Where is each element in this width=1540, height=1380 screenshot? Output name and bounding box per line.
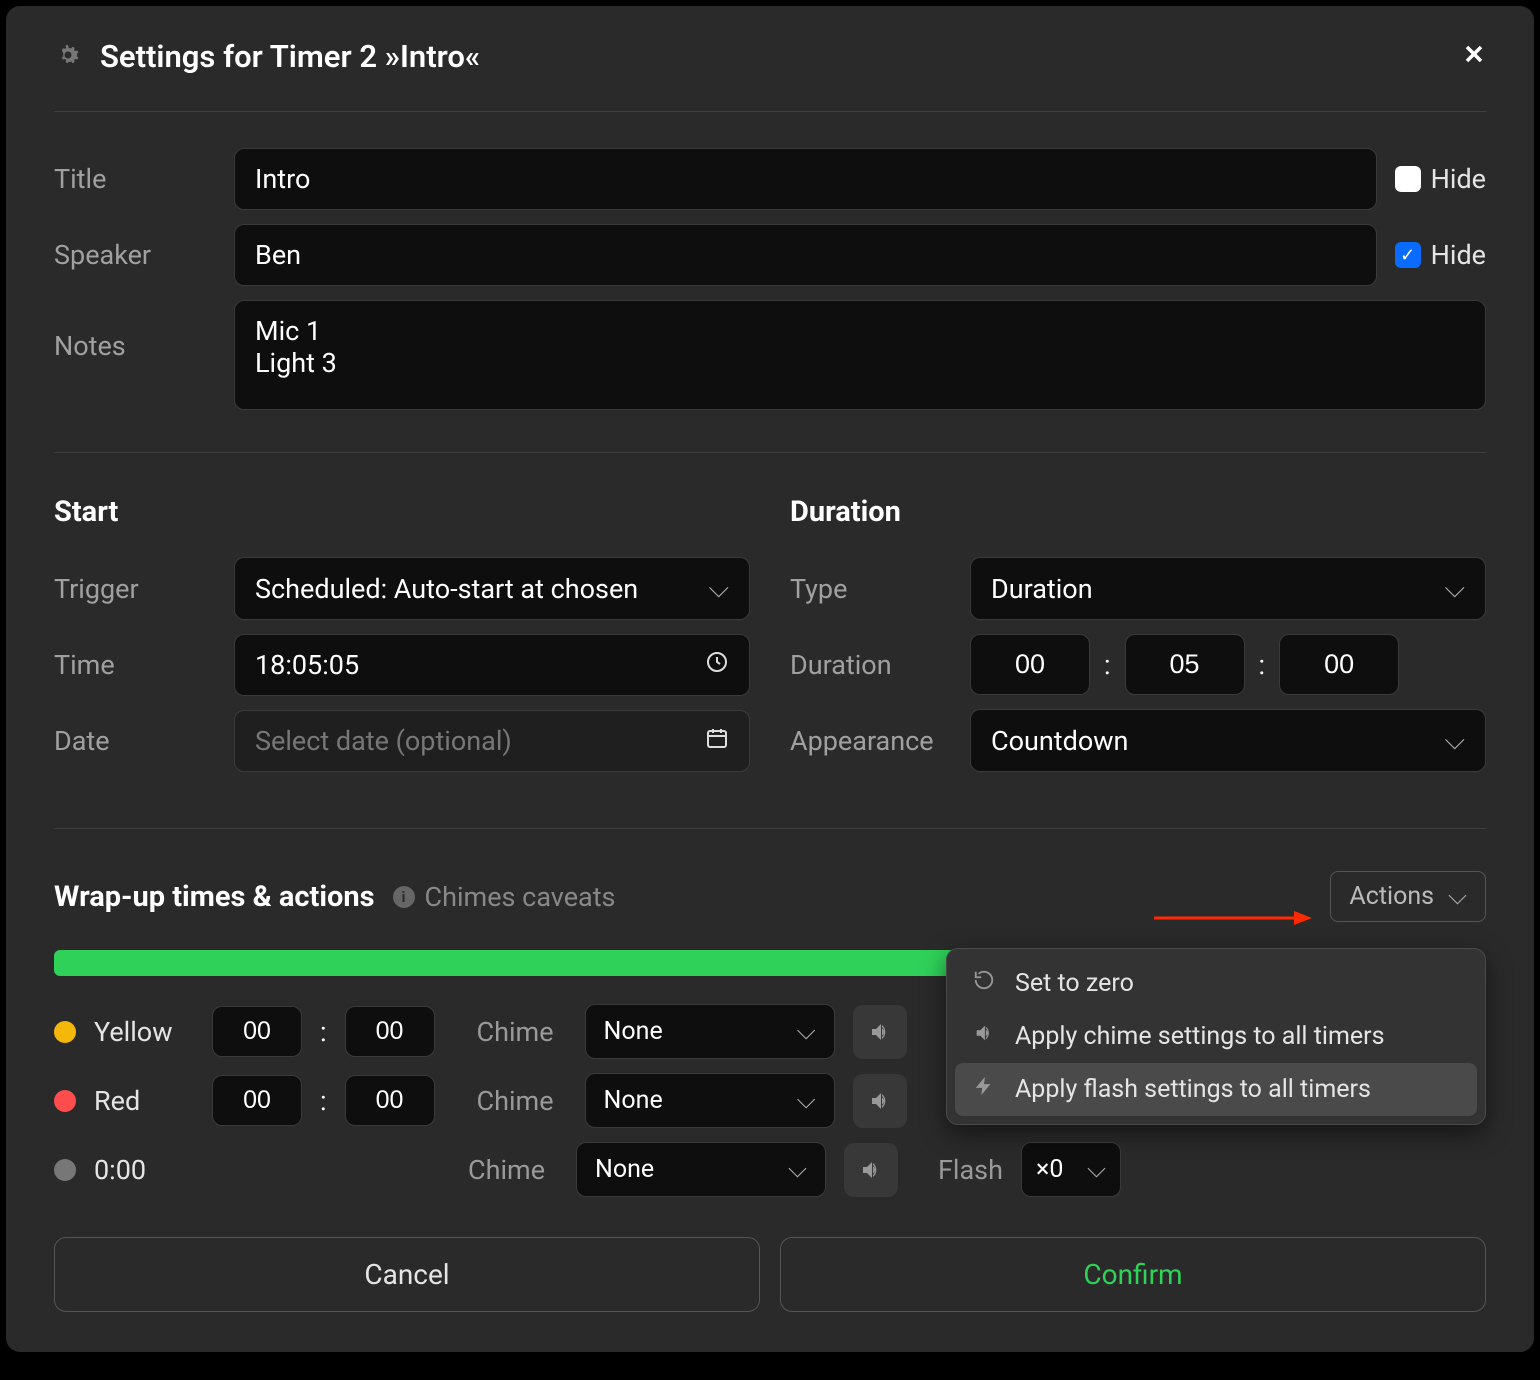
progress-bar xyxy=(54,950,964,976)
notes-input[interactable] xyxy=(234,300,1486,410)
undo-icon xyxy=(971,969,997,998)
popup-item[interactable]: Apply flash settings to all timers xyxy=(955,1063,1477,1116)
colon: : xyxy=(1259,649,1266,681)
duration-section: Duration Type Duration ⌵ Duration : : xyxy=(790,495,1486,786)
chimes-caveats-link[interactable]: i Chimes caveats xyxy=(393,881,616,913)
popup-item[interactable]: Apply chime settings to all timers xyxy=(955,1010,1477,1063)
actions-popup: Set to zeroApply chime settings to all t… xyxy=(946,948,1486,1125)
type-select[interactable]: Duration ⌵ xyxy=(970,557,1486,620)
date-input[interactable]: Select date (optional) xyxy=(234,710,750,772)
flash-select[interactable]: ×0⌵ xyxy=(1021,1142,1121,1197)
duration-hh-input[interactable] xyxy=(970,634,1090,695)
clock-icon xyxy=(705,649,729,681)
speaker-input[interactable] xyxy=(234,224,1377,286)
flash-label: Flash xyxy=(938,1154,1003,1186)
wrap-row-label: Yellow xyxy=(94,1016,194,1048)
actions-button[interactable]: Actions ⌵ xyxy=(1330,871,1486,922)
hide-title-checkbox[interactable] xyxy=(1395,166,1421,192)
appearance-label: Appearance xyxy=(790,725,970,757)
type-value: Duration xyxy=(991,573,1093,605)
gear-icon xyxy=(54,41,82,73)
trigger-value: Scheduled: Auto-start at chosen xyxy=(255,573,638,605)
duration-ss-input[interactable] xyxy=(1279,634,1399,695)
duration-heading: Duration xyxy=(790,495,1486,529)
speaker-label: Speaker xyxy=(54,239,234,271)
confirm-button[interactable]: Confirm xyxy=(780,1237,1486,1312)
popup-item[interactable]: Set to zero xyxy=(955,957,1477,1010)
wrap-row-label: 0:00 xyxy=(94,1154,194,1186)
cancel-button[interactable]: Cancel xyxy=(54,1237,760,1312)
color-dot xyxy=(54,1090,76,1112)
time-value: 18:05:05 xyxy=(255,649,359,681)
chevron-down-icon: ⌵ xyxy=(1445,572,1465,605)
chime-select[interactable]: None⌵ xyxy=(585,1004,835,1059)
appearance-select[interactable]: Countdown ⌵ xyxy=(970,709,1486,772)
time-input[interactable]: 18:05:05 xyxy=(234,634,750,696)
wrapup-heading: Wrap-up times & actions xyxy=(54,880,375,914)
date-placeholder: Select date (optional) xyxy=(255,725,512,757)
notes-label: Notes xyxy=(54,300,234,362)
calendar-icon xyxy=(705,725,729,757)
chime-select[interactable]: None⌵ xyxy=(576,1142,826,1197)
info-icon: i xyxy=(393,886,415,908)
color-dot xyxy=(54,1021,76,1043)
type-label: Type xyxy=(790,573,970,605)
chevron-down-icon: ⌵ xyxy=(1448,882,1467,911)
chevron-down-icon: ⌵ xyxy=(709,572,729,605)
color-dot xyxy=(54,1159,76,1181)
trigger-label: Trigger xyxy=(54,573,234,605)
hide-speaker-checkbox[interactable]: ✓ xyxy=(1395,242,1421,268)
start-heading: Start xyxy=(54,495,750,529)
divider xyxy=(54,828,1486,829)
duration-mm-input[interactable] xyxy=(1125,634,1245,695)
wrap-ss-input[interactable] xyxy=(345,1075,435,1126)
appearance-value: Countdown xyxy=(991,725,1128,757)
colon: : xyxy=(1104,649,1111,681)
flash-icon xyxy=(971,1075,997,1104)
divider xyxy=(54,452,1486,453)
chevron-down-icon: ⌵ xyxy=(1445,724,1465,757)
start-section: Start Trigger Scheduled: Auto-start at c… xyxy=(54,495,750,786)
chime-label: Chime xyxy=(477,1085,567,1117)
chime-select[interactable]: None⌵ xyxy=(585,1073,835,1128)
hide-speaker-label: Hide xyxy=(1431,239,1486,271)
sound-preview-button[interactable] xyxy=(853,1074,907,1128)
sound-icon xyxy=(971,1022,997,1051)
wrap-mm-input[interactable] xyxy=(212,1075,302,1126)
chime-label: Chime xyxy=(477,1016,567,1048)
arrow-annotation xyxy=(1154,908,1314,928)
wrap-row-label: Red xyxy=(94,1085,194,1117)
close-icon xyxy=(1462,42,1486,66)
modal-header: Settings for Timer 2 »Intro« xyxy=(54,38,1486,112)
hide-title-label: Hide xyxy=(1431,163,1486,195)
title-input[interactable] xyxy=(234,148,1377,210)
title-label: Title xyxy=(54,163,234,195)
time-label: Time xyxy=(54,649,234,681)
settings-modal: Settings for Timer 2 »Intro« Title Hide … xyxy=(6,6,1534,1352)
trigger-select[interactable]: Scheduled: Auto-start at chosen ⌵ xyxy=(234,557,750,620)
wrap-ss-input[interactable] xyxy=(345,1006,435,1057)
wrapup-row: 0:00 Chime None⌵ Flash ×0⌵ xyxy=(54,1142,1486,1197)
sound-preview-button[interactable] xyxy=(853,1005,907,1059)
modal-title: Settings for Timer 2 »Intro« xyxy=(100,38,480,75)
chime-label: Chime xyxy=(468,1154,558,1186)
date-label: Date xyxy=(54,725,234,757)
sound-preview-button[interactable] xyxy=(844,1143,898,1197)
duration-label: Duration xyxy=(790,649,970,681)
close-button[interactable] xyxy=(1462,40,1486,74)
wrap-mm-input[interactable] xyxy=(212,1006,302,1057)
